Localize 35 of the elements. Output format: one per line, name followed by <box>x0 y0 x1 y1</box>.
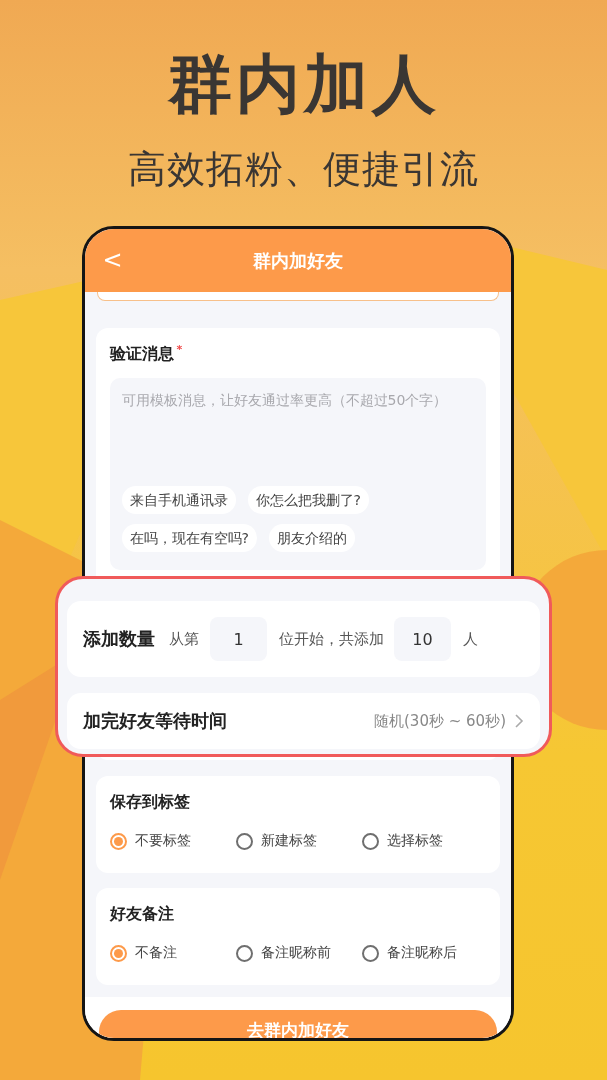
subtitle: 高效拓粉、便捷引流 <box>128 146 479 193</box>
wait-value: 随机(30秒 ~ 60秒) <box>374 711 506 731</box>
required-mark: * <box>176 344 183 358</box>
row-text: 人 <box>463 629 478 649</box>
template-chip[interactable]: 来自手机通讯录 <box>121 486 236 514</box>
template-chip[interactable]: 在吗，现在有空吗? <box>121 524 257 552</box>
row-text: 位开始，共添加 <box>279 629 384 649</box>
template-chip[interactable]: 朋友介绍的 <box>268 524 355 552</box>
row-label: 加完好友等待时间 <box>83 709 227 733</box>
radio-label: 备注昵称前 <box>260 944 331 962</box>
count-field[interactable]: 10 <box>394 617 451 661</box>
screen-title: 群内加好友 <box>252 248 343 273</box>
radio-button[interactable] <box>109 832 127 850</box>
radio-button[interactable] <box>235 832 253 850</box>
radio-button[interactable] <box>361 944 379 962</box>
placeholder: 可用模板消息，让好友通过率更高（不超过50个字） <box>121 391 449 410</box>
card-title: 好友备注 <box>109 904 174 924</box>
message-field[interactable]: 可用模板消息，让好友通过率更高（不超过50个字） 来自手机通讯录 你怎么把我删了? 在吗，现在有空吗? 朋友介绍的 <box>109 378 486 570</box>
radio-label: 备注昵称后 <box>386 944 457 962</box>
start-field[interactable]: 1 <box>210 617 267 661</box>
template-chip[interactable]: 你怎么把我删了? <box>247 486 369 514</box>
card-title: 保存到标签 <box>109 792 190 812</box>
radio-label: 不备注 <box>134 944 177 962</box>
radio-button[interactable] <box>235 944 253 962</box>
radio-button[interactable] <box>109 944 127 962</box>
card-title: 验证消息 <box>109 344 174 364</box>
chevron-icon <box>514 713 524 729</box>
radio-label: 不要标签 <box>134 832 191 850</box>
wait-row[interactable]: 加完好友等待时间 随机(30秒 ~ 60秒) <box>67 693 540 749</box>
radio-label: 选择标签 <box>386 832 443 850</box>
row-text: 从第 <box>169 629 199 649</box>
row-label: 添加数量 <box>83 627 155 651</box>
radio-button[interactable] <box>361 832 379 850</box>
headline: 群内加人 <box>167 46 440 123</box>
radio-label: 新建标签 <box>260 832 317 850</box>
